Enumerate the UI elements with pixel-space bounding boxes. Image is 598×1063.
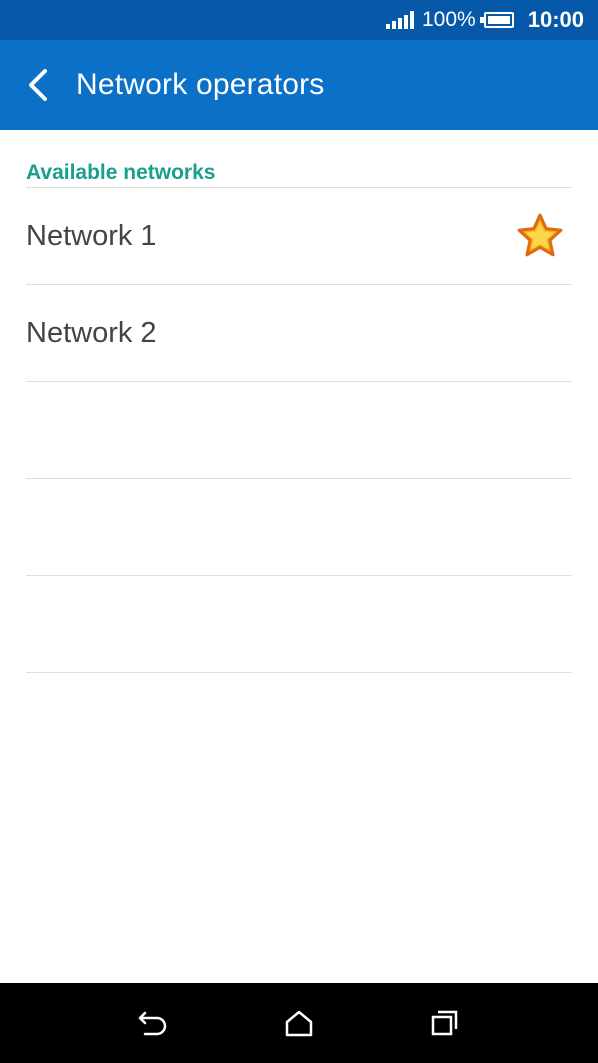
empty-row — [26, 576, 572, 673]
empty-row — [26, 382, 572, 479]
app-bar: Network operators — [0, 40, 598, 130]
nav-back-button[interactable] — [123, 993, 183, 1053]
network-item-1[interactable]: Network 1 — [26, 188, 572, 285]
battery-full-icon — [479, 12, 514, 28]
nav-recents-button[interactable] — [415, 993, 475, 1053]
network-item-2[interactable]: Network 2 — [26, 285, 572, 382]
section-header: Available networks — [26, 130, 572, 188]
nav-home-button[interactable] — [269, 993, 329, 1053]
network-label: Network 2 — [26, 316, 157, 349]
back-arrow-icon — [138, 1011, 167, 1036]
recent-apps-icon — [431, 1010, 458, 1036]
battery-percent: 100% — [422, 8, 476, 31]
network-label: Network 1 — [26, 219, 157, 252]
chevron-left-icon — [29, 69, 47, 101]
star-icon — [517, 213, 563, 257]
signal-bars-icon — [386, 11, 414, 29]
status-bar: 100% 10:00 — [0, 0, 598, 40]
back-button[interactable] — [0, 40, 76, 130]
network-list: Available networks Network 1 Network 2 — [26, 130, 572, 673]
navigation-bar — [0, 983, 598, 1063]
page-title: Network operators — [76, 68, 325, 101]
home-icon — [285, 1010, 313, 1037]
empty-row — [26, 479, 572, 576]
clock: 10:00 — [527, 7, 584, 32]
